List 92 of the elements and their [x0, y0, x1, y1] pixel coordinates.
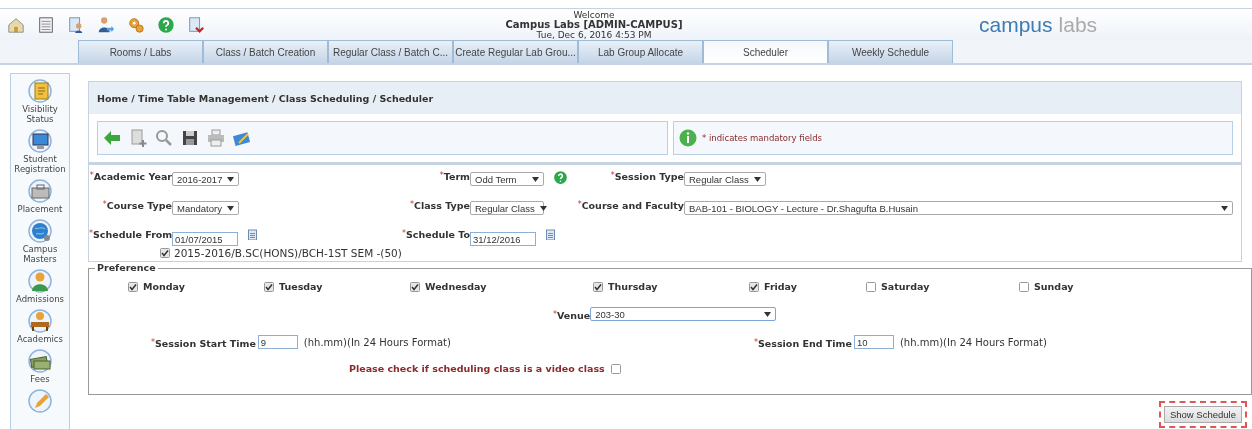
calendar-icon[interactable] — [248, 229, 257, 240]
checkbox-label: Wednesday — [425, 281, 487, 292]
date-field[interactable]: 01/07/2015 — [172, 232, 238, 246]
save-icon[interactable] — [180, 128, 200, 148]
mandatory-note: * indicates mandatory fields — [702, 133, 823, 143]
checkbox-label: Saturday — [881, 281, 930, 292]
field-label: *Session Type — [609, 170, 684, 182]
field-label: *Course and Faculty — [576, 199, 684, 211]
module-icon[interactable] — [27, 348, 53, 374]
welcome-text: Welcome — [573, 9, 615, 20]
document-arrow-icon[interactable] — [187, 15, 205, 34]
format-hint: (hh.mm)(In 24 Hours Format) — [899, 336, 1047, 348]
select-field[interactable]: BAB-101 - BIOLOGY - Lecture - Dr.Shagufta B.Husain — [684, 201, 1233, 215]
home-icon[interactable] — [7, 15, 25, 34]
checkbox[interactable] — [749, 281, 759, 292]
select-field[interactable]: 203-30 — [590, 307, 777, 321]
tab[interactable]: Class / Batch Creation — [203, 40, 328, 63]
field-label: *Class Type — [408, 199, 470, 211]
tab[interactable]: Weekly Schedule — [828, 40, 953, 63]
user-document-icon[interactable] — [67, 15, 85, 34]
tab[interactable]: Regular Class / Batch C... — [328, 40, 453, 63]
field-label: *Venue — [553, 308, 591, 321]
field-label: *Session End Time — [754, 336, 852, 349]
checkbox-label: Thursday — [608, 281, 658, 292]
show-schedule-button[interactable]: Show Schedule — [1163, 406, 1242, 423]
tab[interactable]: Rooms / Labs — [78, 40, 203, 63]
checkbox[interactable] — [593, 281, 603, 292]
pencil-icon[interactable] — [27, 388, 53, 414]
tab[interactable]: Create Regular Lab Grou... — [453, 40, 578, 63]
field-label: *Schedule To — [401, 228, 470, 240]
sidebar-item[interactable]: Academics — [17, 334, 63, 344]
logo-text: labs — [1058, 12, 1098, 37]
calendar-icon[interactable] — [546, 229, 555, 240]
checkbox[interactable] — [128, 281, 138, 292]
caret-icon — [1221, 205, 1228, 211]
caret-icon — [532, 176, 539, 182]
gears-icon[interactable] — [127, 15, 145, 34]
select-field[interactable]: Mandatory — [172, 201, 239, 215]
info-icon — [678, 128, 698, 148]
user-name: Campus Labs [ADMIN-CAMPUS] — [505, 19, 683, 30]
checkbox-label: 2015-2016/B.SC(HONS)/BCH-1ST SEM -(50) — [174, 247, 402, 259]
field-label: *Academic Year — [89, 170, 172, 182]
user-arrow-icon[interactable] — [97, 15, 115, 34]
checkbox[interactable] — [160, 248, 170, 258]
checkbox-label: Tuesday — [279, 281, 323, 292]
date-time: Tue, Dec 6, 2016 4:53 PM — [536, 29, 652, 40]
search-icon[interactable] — [154, 128, 174, 148]
sidebar-item[interactable]: Visibility Status — [10, 104, 70, 124]
module-icon[interactable] — [27, 308, 53, 334]
checkbox-label: Monday — [143, 281, 185, 292]
select-field[interactable]: Odd Term — [470, 172, 544, 186]
help-icon[interactable] — [553, 170, 568, 185]
caret-icon — [226, 205, 234, 211]
breadcrumb: Home / Time Table Management / Class Scheduling / Scheduler — [97, 92, 434, 104]
print-icon[interactable] — [206, 128, 226, 148]
field-label: *Session Start Time — [151, 336, 256, 349]
text-field[interactable]: 10 — [853, 335, 894, 349]
group-legend: Preference — [95, 262, 158, 273]
checkbox[interactable] — [610, 363, 621, 374]
format-hint: (hh.mm)(In 24 Hours Format) — [303, 336, 451, 348]
checkbox-label: Please check if scheduling class is a video class — [349, 363, 605, 374]
select-field[interactable]: 2016-2017 — [172, 172, 240, 186]
sidebar-item[interactable]: Admissions — [16, 294, 64, 304]
caret-icon — [539, 205, 547, 211]
module-icon[interactable] — [27, 128, 53, 154]
sidebar-item[interactable]: Student Registration — [10, 154, 70, 174]
field-label: *Term — [438, 170, 470, 182]
module-icon[interactable] — [27, 218, 53, 244]
sidebar-item[interactable]: Placement — [17, 204, 63, 214]
checkbox-label: Sunday — [1034, 281, 1074, 292]
tab[interactable]: Lab Group Allocate — [578, 40, 703, 63]
text-field[interactable]: 9 — [257, 335, 298, 349]
tab[interactable]: Scheduler — [703, 40, 828, 63]
date-field[interactable]: 31/12/2016 — [470, 232, 536, 246]
field-label: *Schedule From — [89, 228, 172, 240]
calendar-icon[interactable] — [37, 15, 55, 34]
help-icon[interactable] — [157, 15, 175, 34]
checkbox[interactable] — [264, 281, 274, 292]
logo-text: campus — [979, 12, 1053, 37]
sidebar-item[interactable]: Fees — [30, 374, 50, 384]
select-field[interactable]: Regular Class — [684, 172, 766, 186]
checkbox[interactable] — [866, 281, 876, 292]
field-label: *Course Type — [101, 199, 172, 211]
checkbox[interactable] — [1019, 281, 1029, 292]
caret-icon — [753, 176, 761, 182]
select-field[interactable]: Regular Class — [470, 201, 544, 215]
sidebar-item[interactable]: Campus Masters — [10, 244, 70, 264]
checkbox[interactable] — [410, 281, 420, 292]
caret-icon — [227, 176, 235, 182]
new-document-icon[interactable] — [128, 128, 148, 148]
checkbox-label: Friday — [764, 281, 797, 292]
caret-icon — [764, 311, 772, 317]
